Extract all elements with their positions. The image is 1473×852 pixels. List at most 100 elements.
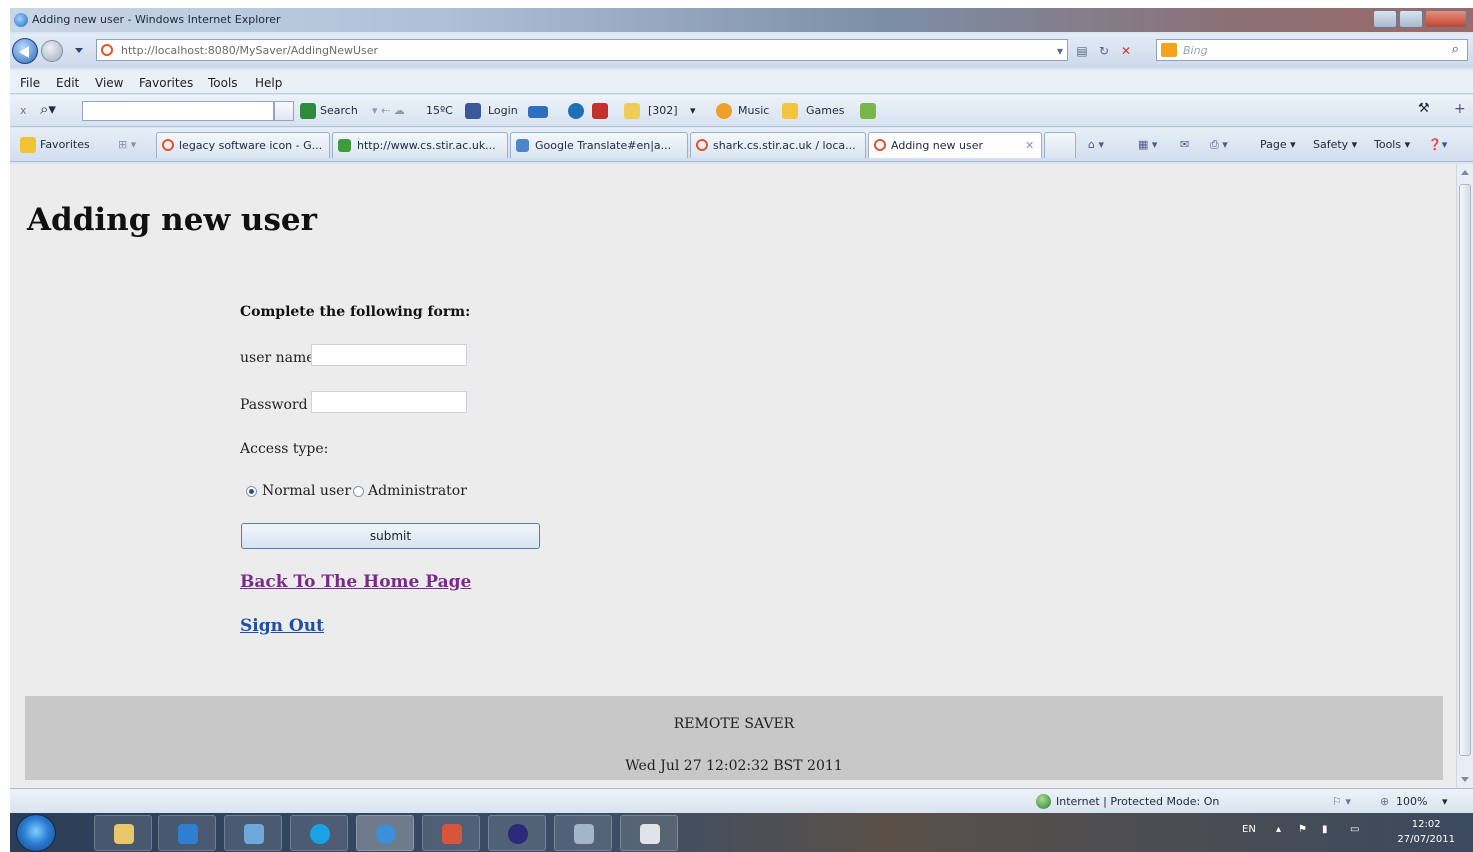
wrench-icon[interactable]: ⚒ <box>1418 101 1430 116</box>
form-title: Complete the following form: <box>240 304 471 320</box>
taskbar-network-button[interactable] <box>224 815 282 851</box>
mail-icon[interactable] <box>528 106 548 118</box>
search-icon[interactable]: ⌕ <box>1452 42 1459 57</box>
recent-pages-dropdown[interactable] <box>75 48 83 53</box>
footer-date: Wed Jul 27 12:02:32 BST 2011 <box>625 758 843 774</box>
scroll-up-icon[interactable] <box>1461 170 1469 175</box>
page-footer: REMOTE SAVER Wed Jul 27 12:02:32 BST 201… <box>25 696 1443 780</box>
submit-button[interactable]: submit <box>241 523 540 549</box>
close-window-button[interactable] <box>1425 10 1467 28</box>
tab-cs-stir[interactable]: http://www.cs.stir.ac.uk... <box>332 132 508 158</box>
status-bar: Internet | Protected Mode: On ⚐ ▾ ⊕ 100%… <box>10 788 1473 813</box>
show-hidden-icons-icon[interactable]: ▴ <box>1276 824 1281 835</box>
tab-legacy-software[interactable]: legacy software icon - G... <box>156 132 330 158</box>
recycle-icon[interactable] <box>860 103 876 119</box>
refresh-icon[interactable]: ↻ <box>1096 43 1112 59</box>
search-go-icon[interactable] <box>300 103 316 119</box>
normal-user-radio[interactable] <box>246 486 257 497</box>
toolbar-close-icon[interactable]: x <box>20 104 27 117</box>
tab-label: shark.cs.stir.ac.uk / loca... <box>713 139 856 152</box>
taskbar-paint-button[interactable] <box>554 815 612 851</box>
taskbar-eclipse-button[interactable] <box>488 815 546 851</box>
battery-icon[interactable]: ▮ <box>1322 824 1328 835</box>
taskbar-skype-button[interactable] <box>290 815 348 851</box>
url-text: http://localhost:8080/MySaver/AddingNewU… <box>121 44 379 57</box>
taskbar-explorer-button[interactable] <box>94 815 152 851</box>
bing-icon <box>1161 43 1177 57</box>
menu-view[interactable]: View <box>95 76 123 90</box>
zoom-dropdown-icon[interactable]: ▾ <box>1442 795 1448 808</box>
taskbar-media-button[interactable] <box>158 815 216 851</box>
menu-file[interactable]: File <box>20 76 40 90</box>
help-icon[interactable]: ❓▾ <box>1428 138 1447 151</box>
clock-date: 27/07/2011 <box>1397 834 1455 845</box>
safety-menu[interactable]: Safety ▾ <box>1313 138 1357 151</box>
new-tab-button[interactable] <box>1044 132 1076 158</box>
menu-favorites[interactable]: Favorites <box>139 76 193 90</box>
compatibility-view-icon[interactable]: ▤ <box>1074 43 1090 59</box>
menu-tools[interactable]: Tools <box>208 76 238 90</box>
vertical-scrollbar[interactable] <box>1456 164 1473 788</box>
password-field[interactable] <box>311 391 467 413</box>
taskbar-java-button[interactable] <box>620 815 678 851</box>
home-icon[interactable]: ⌂ ▾ <box>1088 138 1104 151</box>
weather-temp[interactable]: 15ºC <box>426 104 453 117</box>
print-icon[interactable]: ⎙ ▾ <box>1210 138 1228 152</box>
read-mail-icon[interactable]: ✉ <box>1180 138 1189 151</box>
security-zone[interactable]: Internet | Protected Mode: On <box>1056 795 1219 808</box>
network-tray-icon[interactable]: ▭ <box>1350 824 1359 835</box>
menu-help[interactable]: Help <box>255 76 282 90</box>
tab-adding-new-user[interactable]: Adding new user ✕ <box>868 132 1042 158</box>
mail-count-dropdown-icon[interactable]: ▾ <box>690 104 696 117</box>
search-input[interactable]: Bing ⌕ <box>1156 39 1468 61</box>
minimize-button[interactable] <box>1373 10 1397 28</box>
sign-out-link[interactable]: Sign Out <box>240 616 324 636</box>
messenger-icon[interactable] <box>568 103 584 119</box>
zoom-level[interactable]: 100% <box>1396 795 1427 808</box>
maximize-button[interactable] <box>1399 10 1423 28</box>
paint-icon <box>574 824 594 844</box>
username-field[interactable] <box>311 344 467 366</box>
close-tab-icon[interactable]: ✕ <box>1025 139 1034 152</box>
toolbar-search-label[interactable]: Search <box>320 104 358 117</box>
youtube-icon[interactable] <box>592 103 608 119</box>
internet-explorer-icon <box>376 824 396 844</box>
url-input[interactable]: http://localhost:8080/MySaver/AddingNewU… <box>96 39 1068 61</box>
feeds-icon[interactable]: ▦ ▾ <box>1138 138 1157 151</box>
back-button[interactable] <box>12 38 38 64</box>
administrator-label[interactable]: Administrator <box>368 483 467 499</box>
add-toolbar-icon[interactable]: + <box>1454 101 1466 117</box>
music-label[interactable]: Music <box>738 104 769 117</box>
menu-edit[interactable]: Edit <box>56 76 79 90</box>
action-center-flag-icon[interactable]: ⚑ <box>1298 824 1307 835</box>
favorites-button[interactable]: Favorites <box>40 138 90 151</box>
start-button[interactable] <box>16 814 56 852</box>
tools-menu[interactable]: Tools ▾ <box>1374 138 1410 151</box>
taskbar-powerpoint-button[interactable] <box>422 815 480 851</box>
back-to-home-link[interactable]: Back To The Home Page <box>240 572 471 592</box>
protected-mode-icon[interactable]: ⚐ ▾ <box>1332 795 1351 808</box>
page-menu[interactable]: Page ▾ <box>1260 138 1296 151</box>
toolbar-search-icon[interactable]: ⌕▾ <box>40 100 56 118</box>
scroll-down-icon[interactable] <box>1461 777 1469 782</box>
quick-tabs-icon[interactable]: ⊞ ▾ <box>118 138 136 151</box>
stop-icon[interactable]: ✕ <box>1118 43 1134 59</box>
language-indicator[interactable]: EN <box>1242 824 1256 835</box>
scroll-thumb[interactable] <box>1459 184 1471 756</box>
page-content: Adding new user Complete the following f… <box>10 164 1456 788</box>
system-clock[interactable]: 12:02 27/07/2011 <box>1397 817 1455 847</box>
toolbar-search-input[interactable] <box>82 101 274 121</box>
login-label[interactable]: Login <box>488 104 518 117</box>
forward-button[interactable] <box>41 40 63 62</box>
normal-user-label[interactable]: Normal user <box>262 483 351 499</box>
toolbar-search-dropdown[interactable] <box>274 101 294 121</box>
tab-shark[interactable]: shark.cs.stir.ac.uk / loca... <box>690 132 866 158</box>
addon-toolbar: x ⌕▾ Search ▾ ⇠ ☁ 15ºC Login [302] ▾ Mus… <box>10 95 1473 127</box>
url-dropdown-icon[interactable]: ▾ <box>1052 43 1068 59</box>
taskbar-ie-button[interactable] <box>356 815 414 851</box>
mail-count[interactable]: [302] <box>648 104 678 117</box>
administrator-radio[interactable] <box>353 486 364 497</box>
tab-google-translate[interactable]: Google Translate#en|a... <box>510 132 688 158</box>
games-label[interactable]: Games <box>806 104 844 117</box>
tab-label: Adding new user <box>891 139 984 152</box>
